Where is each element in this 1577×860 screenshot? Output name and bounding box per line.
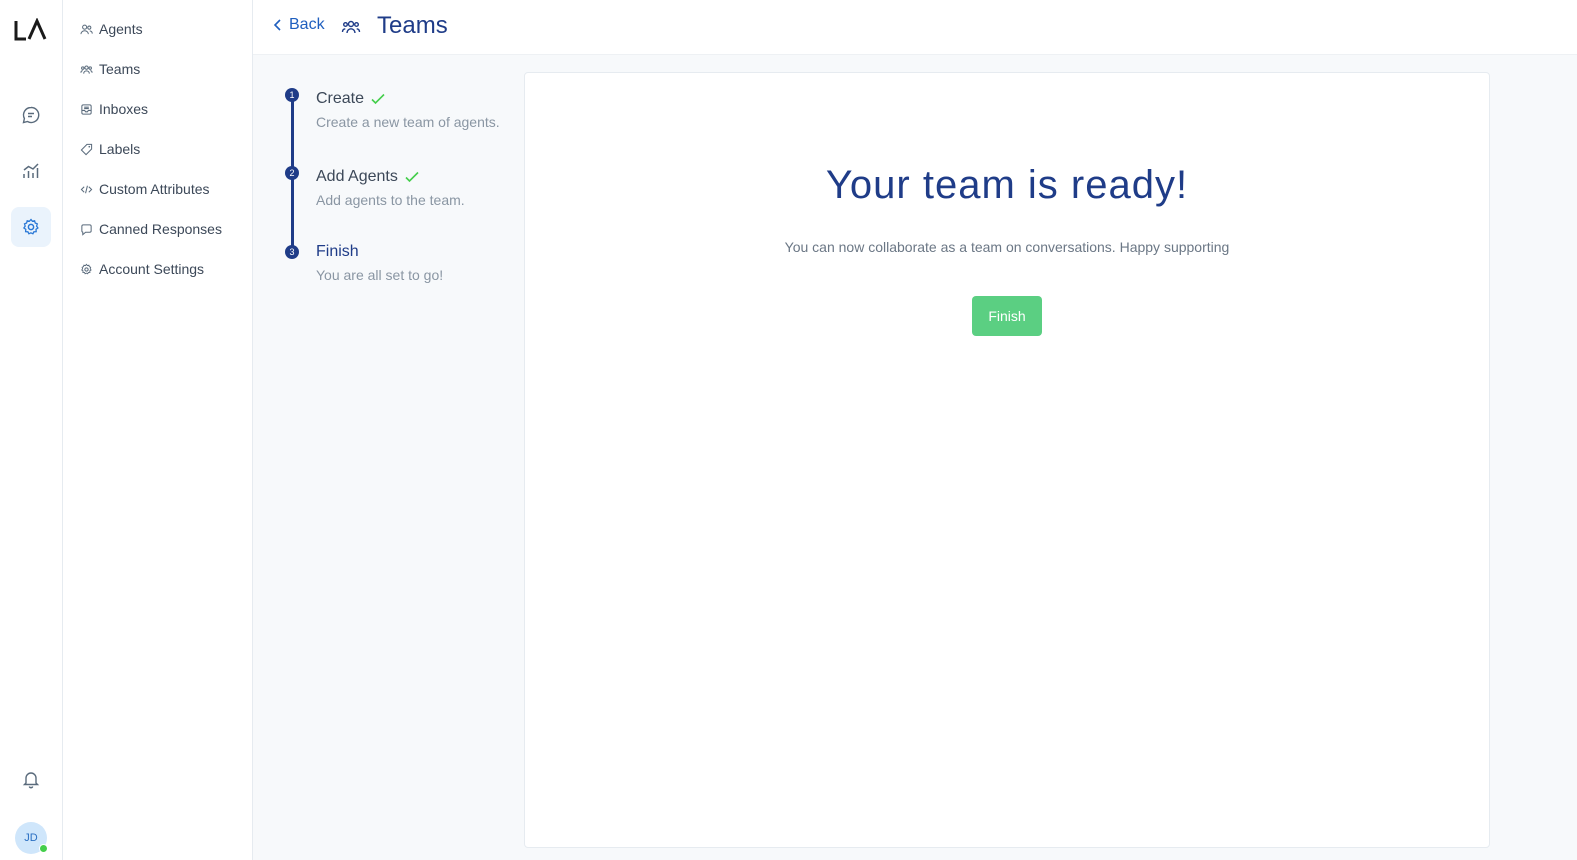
step-connector (291, 173, 294, 252)
settings-sidebar: Agents Teams Inboxes Labels Custom Attri… (63, 0, 253, 860)
sidebar-item-label: Custom Attributes (99, 181, 210, 197)
chat-bubble-icon (81, 223, 92, 236)
gear-icon (81, 263, 92, 274)
label-icon (80, 143, 93, 155)
inbox-icon (81, 103, 92, 115)
step-title: Finish (316, 243, 359, 260)
agents-icon (80, 24, 93, 34)
step-description: Add agents to the team. (316, 192, 465, 208)
check-icon (405, 171, 419, 183)
step-number: 2 (285, 166, 299, 180)
code-icon (80, 185, 93, 193)
sidebar-item-custom-attributes[interactable]: Custom Attributes (80, 177, 210, 201)
teams-header-icon (341, 20, 361, 34)
sidebar-item-label: Account Settings (99, 261, 205, 277)
sidebar-item-labels[interactable]: Labels (80, 137, 140, 161)
avatar[interactable]: JD (15, 822, 48, 854)
sidebar-item-teams[interactable]: Teams (80, 57, 140, 81)
sidebar-item-account-settings[interactable]: Account Settings (80, 257, 204, 281)
step-number: 3 (285, 245, 299, 259)
success-card: Your team is ready! You can now collabor… (524, 72, 1490, 848)
sidebar-item-canned-responses[interactable]: Canned Responses (80, 217, 222, 241)
bell-icon (22, 772, 40, 789)
sidebar-item-label: Labels (99, 141, 141, 157)
sidebar-item-inboxes[interactable]: Inboxes (80, 97, 148, 121)
success-message: You can now collaborate as a team on con… (784, 239, 1230, 255)
step-number: 1 (285, 88, 299, 102)
step-finish: Finish You are all set to go! (316, 243, 443, 283)
settings-icon (22, 218, 39, 235)
page-header: Back Teams (253, 0, 1577, 55)
teams-icon (80, 64, 93, 74)
sidebar-item-label: Inboxes (99, 101, 149, 117)
check-icon (371, 93, 385, 105)
chat-icon (22, 106, 40, 124)
page-title: Teams (377, 12, 448, 39)
reports-icon (23, 163, 39, 178)
back-label: Back (289, 16, 325, 33)
primary-rail: JD (0, 0, 63, 860)
finish-button[interactable]: Finish (972, 296, 1042, 336)
step-description: You are all set to go! (316, 267, 444, 283)
rail-reports-button[interactable] (11, 151, 51, 191)
rail-settings-button[interactable] (11, 207, 51, 247)
sidebar-item-label: Teams (99, 61, 141, 77)
sidebar-item-label: Canned Responses (99, 221, 222, 237)
step-add-agents: Add Agents Add agents to the team. (316, 168, 465, 208)
back-button[interactable]: Back (271, 16, 325, 34)
step-title: Add Agents (316, 168, 398, 185)
step-connector (291, 95, 294, 173)
rail-notifications-button[interactable] (11, 759, 51, 799)
rail-conversations-button[interactable] (11, 95, 51, 135)
avatar-initials: JD (24, 832, 38, 844)
main-content: 1 Create Create a new team of agents. 2 … (253, 55, 1577, 860)
success-headline: Your team is ready! (825, 163, 1189, 207)
logo-icon[interactable] (14, 18, 48, 42)
online-status-dot (39, 844, 48, 853)
step-title: Create (316, 90, 365, 107)
sidebar-item-agents[interactable]: Agents (80, 17, 143, 41)
step-description: Create a new team of agents. (316, 114, 500, 130)
sidebar-item-label: Agents (99, 21, 143, 37)
chevron-left-icon (273, 19, 281, 31)
step-create: Create Create a new team of agents. (316, 90, 500, 130)
